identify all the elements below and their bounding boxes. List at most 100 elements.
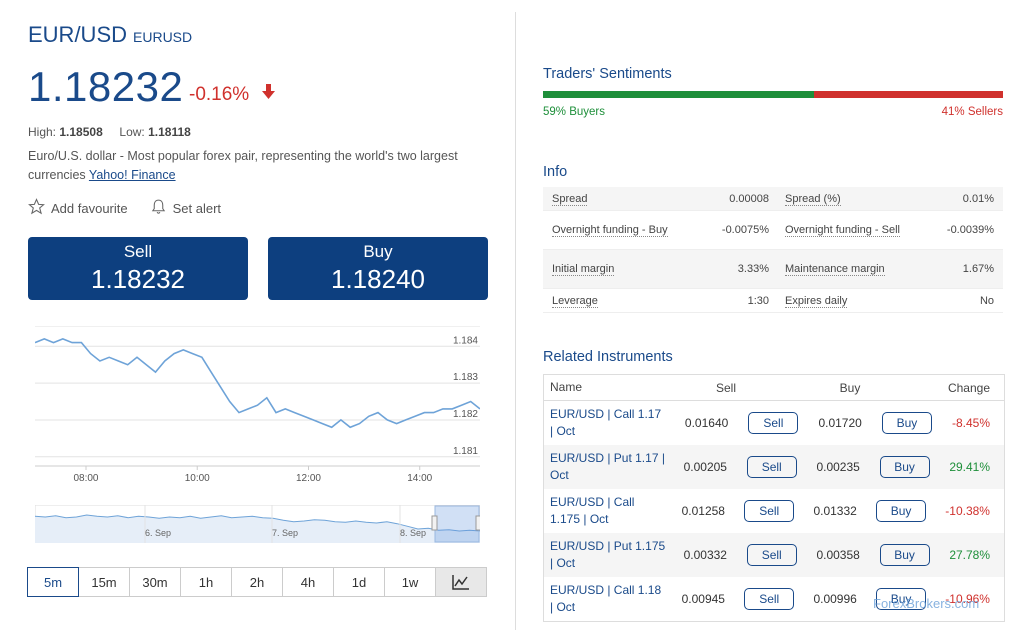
row-sell-button[interactable]: Sell: [746, 456, 797, 478]
chart-navigator[interactable]: 6. Sep 7. Sep 8. Sep: [35, 505, 480, 543]
sell-cell: Sell: [728, 412, 818, 434]
current-price: 1.18232: [28, 63, 184, 110]
info-key-text: Leverage: [552, 294, 598, 308]
y-tick-label: 1.182: [453, 409, 478, 420]
low-value: 1.18118: [148, 125, 191, 139]
instrument-buy-price: 0.00996: [813, 592, 857, 606]
sentiment-title: Traders' Sentiments: [543, 66, 672, 82]
instrument-sell-price: 0.00332: [683, 548, 727, 562]
info-key: Expires daily: [777, 293, 905, 309]
change-percent: -0.16%: [189, 84, 250, 105]
line-chart-icon: [452, 575, 469, 590]
instrument-change: 27.78%: [949, 548, 991, 562]
timeframe-30m[interactable]: 30m: [129, 567, 181, 597]
info-key: Spread: [543, 191, 672, 207]
set-alert-button[interactable]: Set alert: [150, 198, 221, 218]
buyers-percent: 59% Buyers: [543, 106, 606, 118]
sell-price: 1.18232: [91, 264, 185, 294]
add-favourite-button[interactable]: Add favourite: [28, 198, 128, 218]
set-alert-label: Set alert: [172, 200, 222, 216]
sell-button[interactable]: Sell 1.18232: [28, 237, 248, 300]
row-buy-button[interactable]: Buy: [881, 412, 932, 434]
sellers-percent: 41% Sellers: [941, 106, 1003, 118]
x-tick-label: 12:00: [296, 473, 321, 484]
y-tick-label: 1.184: [453, 335, 478, 346]
info-value: 3.33%: [737, 263, 769, 275]
action-bar: Add favourite Set alert: [28, 198, 221, 218]
buy-price: 1.18240: [331, 264, 425, 294]
high-value: 1.18508: [59, 125, 103, 139]
instrument-sell-price: 0.00945: [681, 592, 725, 606]
row-buy-button[interactable]: Buy: [879, 544, 930, 566]
timeframe-5m[interactable]: 5m: [27, 567, 79, 597]
chart-type-button[interactable]: [435, 567, 487, 597]
row-sell-button[interactable]: Sell: [744, 588, 795, 610]
related-title: Related Instruments: [543, 349, 673, 365]
info-row: Overnight funding - Buy -0.0075% Overnight…: [543, 211, 1003, 250]
info-key-text: Spread (%): [785, 192, 841, 206]
instrument-link[interactable]: EUR/USD | Put 1.17 | Oct: [544, 450, 667, 484]
instrument-row: EUR/USD | Put 1.175 | Oct 0.00332 Sell 0.00…: [544, 533, 1004, 577]
instrument-link[interactable]: EUR/USD | Call 1.18 | Oct: [544, 582, 665, 616]
timeframe-15m[interactable]: 15m: [78, 567, 130, 597]
buy-cell: Buy: [860, 456, 949, 478]
instrument-change: -10.38%: [945, 504, 990, 518]
pair-name: EUR/USD: [28, 22, 128, 47]
info-key: Initial margin: [543, 261, 672, 277]
instrument-title: EUR/USD EURUSD: [28, 22, 192, 48]
info-key-text: Expires daily: [785, 294, 848, 308]
buyers-bar: [543, 91, 815, 98]
row-sell-button[interactable]: Sell: [746, 544, 797, 566]
high-label: High:: [28, 125, 57, 139]
info-key-text: Overnight funding - Buy: [552, 224, 668, 237]
instrument-buy-price: 0.00235: [816, 460, 860, 474]
instrument-link[interactable]: EUR/USD | Call 1.17 | Oct: [544, 406, 668, 440]
instrument-buy-price: 0.00358: [816, 548, 860, 562]
timeframe-1w[interactable]: 1w: [384, 567, 436, 597]
buy-cell: Buy: [857, 500, 945, 522]
navigator-range-selector: [434, 505, 480, 543]
timeframe-1d[interactable]: 1d: [333, 567, 385, 597]
info-key: Spread (%): [777, 191, 905, 207]
info-row: Spread 0.00008 Spread (%) 0.01%: [543, 187, 1003, 211]
low-label: Low:: [119, 125, 145, 139]
buy-button[interactable]: Buy 1.18240: [268, 237, 488, 300]
header-sell: Sell: [715, 380, 736, 395]
row-sell-button[interactable]: Sell: [748, 412, 799, 434]
info-value: 1:30: [747, 294, 769, 307]
bell-icon: [150, 198, 167, 218]
info-value: 0.01%: [962, 192, 994, 205]
sell-cell: Sell: [725, 500, 813, 522]
row-sell-button[interactable]: Sell: [744, 500, 795, 522]
price-chart[interactable]: 1.184 1.183 1.182 1.181 08:00 10:00 12:00 14:00: [35, 326, 480, 486]
info-value: No: [979, 294, 994, 307]
header-change: Change: [947, 380, 990, 395]
instrument-link[interactable]: EUR/USD | Call 1.175 | Oct: [544, 494, 665, 528]
instrument-buy-price: 0.01332: [813, 504, 857, 518]
x-tick-label: 14:00: [407, 473, 432, 484]
instrument-sell-price: 0.01640: [684, 416, 729, 430]
instrument-sell-price: 0.01258: [681, 504, 725, 518]
instrument-change: -8.45%: [951, 416, 991, 430]
instrument-buy-price: 0.01720: [818, 416, 862, 430]
timeframe-1h[interactable]: 1h: [180, 567, 232, 597]
sell-label: Sell: [123, 242, 153, 261]
instrument-sell-price: 0.00205: [683, 460, 727, 474]
source-link[interactable]: Yahoo! Finance: [89, 168, 176, 182]
buy-cell: Buy: [860, 544, 949, 566]
navigator-handle-right: [475, 515, 480, 531]
instrument-row: EUR/USD | Call 1.175 | Oct 0.01258 Sell 0.0…: [544, 489, 1004, 533]
sentiment-bar: [543, 91, 1003, 98]
arrow-down-icon: [262, 84, 276, 106]
sell-cell: Sell: [727, 456, 816, 478]
instrument-link[interactable]: EUR/USD | Put 1.175 | Oct: [544, 538, 667, 572]
navigator-label: 8. Sep: [400, 528, 426, 538]
info-title: Info: [543, 164, 568, 180]
row-buy-button[interactable]: Buy: [876, 500, 927, 522]
buy-cell: Buy: [862, 412, 952, 434]
timeframe-2h[interactable]: 2h: [231, 567, 283, 597]
row-buy-button[interactable]: Buy: [879, 456, 930, 478]
x-tick-label: 10:00: [185, 473, 210, 484]
buy-label: Buy: [363, 242, 393, 261]
timeframe-4h[interactable]: 4h: [282, 567, 334, 597]
